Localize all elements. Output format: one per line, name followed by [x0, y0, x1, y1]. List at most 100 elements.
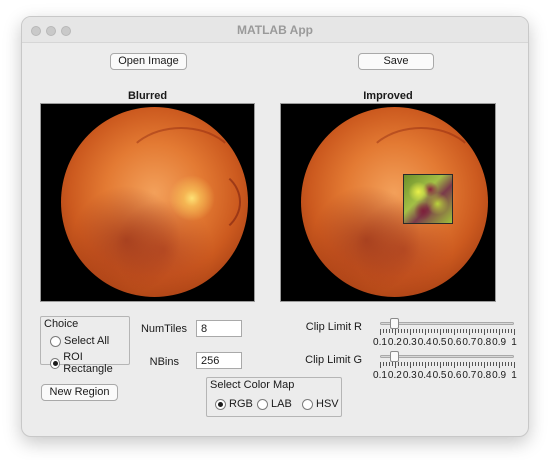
minor-tick	[406, 329, 408, 333]
minor-tick	[403, 362, 405, 366]
minor-tick	[445, 362, 447, 366]
major-tick	[454, 329, 456, 335]
minor-tick	[466, 329, 468, 333]
minor-tick	[400, 329, 402, 333]
minor-tick	[451, 362, 453, 366]
radio-label: HSV	[316, 398, 339, 410]
slider-track[interactable]	[380, 322, 514, 325]
minor-tick	[415, 329, 417, 333]
minor-tick	[463, 329, 465, 333]
major-tick	[499, 362, 501, 368]
radio-label: RGB	[229, 398, 253, 410]
minor-tick	[511, 329, 513, 333]
clip-limit-g-slider[interactable]: 0.1 0.2 0.3 0.4 0.5 0.6 0.7 0.8 0.9 1	[373, 351, 517, 385]
minor-tick	[505, 362, 507, 366]
slider-thumb[interactable]	[390, 318, 400, 329]
radio-lab[interactable]: LAB	[257, 398, 292, 410]
radio-rgb[interactable]: RGB	[215, 398, 253, 410]
minor-tick	[496, 329, 498, 333]
minor-tick	[487, 329, 489, 333]
radio-hsv[interactable]: HSV	[302, 398, 339, 410]
minor-tick	[403, 329, 405, 333]
minor-tick	[457, 329, 459, 333]
minor-tick	[427, 362, 429, 366]
improved-axes-title: Improved	[363, 90, 413, 102]
minor-tick	[388, 329, 390, 333]
radio-select-all[interactable]: Select All	[50, 335, 109, 347]
radio-button-icon[interactable]	[302, 398, 313, 410]
radio-label: LAB	[271, 398, 292, 410]
major-tick	[484, 329, 486, 335]
major-tick	[380, 329, 381, 335]
roi-enhanced-patch[interactable]	[403, 174, 453, 224]
numtiles-field[interactable]: 8	[196, 320, 242, 337]
numtiles-label: NumTiles	[140, 323, 187, 335]
minor-tick	[391, 362, 393, 366]
slider-tick-label: 1	[511, 370, 517, 381]
minor-tick	[508, 329, 510, 333]
radio-button-icon[interactable]	[50, 357, 61, 369]
nbins-label: NBins	[149, 356, 179, 368]
slider-thumb[interactable]	[390, 351, 400, 362]
minor-tick	[496, 362, 498, 366]
color-map-group-title: Select Color Map	[210, 379, 295, 391]
nbins-field[interactable]: 256	[196, 352, 242, 369]
minor-tick	[415, 362, 417, 366]
minor-tick	[481, 329, 483, 333]
minor-tick	[472, 329, 474, 333]
major-tick	[514, 329, 515, 335]
minor-tick	[442, 362, 444, 366]
minor-tick	[427, 329, 429, 333]
minor-tick	[421, 362, 423, 366]
minor-tick	[478, 362, 480, 366]
radio-button-icon[interactable]	[50, 335, 61, 347]
major-tick	[469, 362, 471, 368]
save-button[interactable]: Save	[358, 53, 434, 70]
clip-limit-r-slider[interactable]: 0.1 0.2 0.3 0.4 0.5 0.6 0.7 0.8 0.9 1	[373, 318, 517, 352]
major-tick	[380, 362, 381, 368]
minor-tick	[511, 362, 513, 366]
major-tick	[409, 329, 411, 335]
minor-tick	[382, 362, 384, 366]
app-window: MATLAB App Open Image Save Blurred Impro…	[21, 16, 529, 437]
minor-tick	[388, 362, 390, 366]
blurred-fundus	[61, 107, 248, 297]
title-bar: MATLAB App	[22, 17, 528, 43]
improved-image	[280, 103, 496, 302]
major-tick	[394, 362, 396, 368]
minor-tick	[436, 362, 438, 366]
minor-tick	[421, 329, 423, 333]
choice-group-title: Choice	[44, 318, 79, 330]
major-tick	[424, 362, 426, 368]
vessel-shape	[161, 167, 241, 237]
minor-tick	[385, 362, 387, 366]
minor-tick	[463, 362, 465, 366]
minor-tick	[472, 362, 474, 366]
minor-tick	[448, 329, 450, 333]
minor-tick	[481, 362, 483, 366]
major-tick	[454, 362, 456, 368]
minor-tick	[505, 329, 507, 333]
major-tick	[439, 362, 441, 368]
minor-tick	[442, 329, 444, 333]
minor-tick	[502, 362, 504, 366]
radio-button-icon[interactable]	[257, 398, 268, 410]
slider-tick-label: 1	[511, 337, 517, 348]
radio-roi-rectangle[interactable]: ROI Rectangle	[50, 351, 129, 375]
major-tick	[499, 329, 501, 335]
radio-label: Select All	[64, 335, 110, 347]
new-region-button[interactable]: New Region	[41, 384, 118, 401]
major-tick	[484, 362, 486, 368]
minor-tick	[433, 329, 435, 333]
minor-tick	[433, 362, 435, 366]
major-tick	[394, 329, 396, 335]
minor-tick	[391, 329, 393, 333]
minor-tick	[436, 329, 438, 333]
slider-track[interactable]	[380, 355, 514, 358]
window-title: MATLAB App	[237, 23, 313, 37]
minor-tick	[493, 329, 495, 333]
minor-tick	[382, 329, 384, 333]
major-tick	[439, 329, 441, 335]
radio-button-icon[interactable]	[215, 398, 226, 410]
open-image-button[interactable]: Open Image	[110, 53, 187, 70]
